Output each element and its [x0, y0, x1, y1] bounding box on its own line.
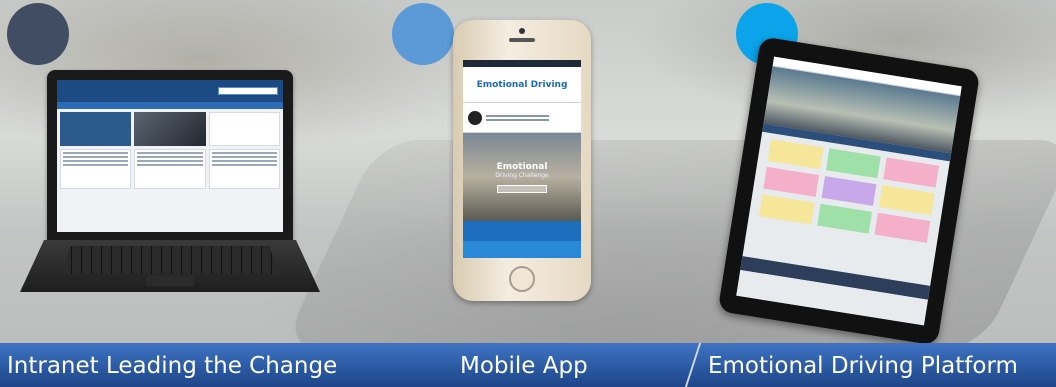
phone-camera: [519, 28, 525, 34]
sticky-note: [821, 176, 877, 206]
label-platform: Emotional Driving Platform: [708, 353, 1018, 379]
tablet-device: [717, 36, 981, 346]
app-hero-title: Emotional: [496, 161, 548, 172]
phone-status-bar: [463, 60, 581, 67]
app-bottom-nav: [463, 241, 581, 258]
app-header-title: Emotional Driving: [476, 79, 568, 90]
sticky-note: [874, 212, 931, 243]
avatar: [468, 110, 482, 125]
sticky-note: [825, 148, 882, 179]
intranet-search-field: [218, 87, 278, 95]
app-profile-row: [463, 103, 581, 133]
labels-divider: [684, 343, 702, 387]
sticky-note: [816, 203, 873, 234]
intranet-nav: [57, 102, 283, 109]
intranet-video: [134, 112, 206, 146]
indicator-dot-1: [7, 3, 69, 65]
app-hero-subtitle: Driving Challenge: [495, 171, 549, 179]
laptop-lid: [47, 70, 293, 242]
sticky-note: [883, 157, 940, 188]
app-action-bar: [463, 221, 581, 241]
intranet-article-block: [134, 149, 206, 189]
intranet-news-block: [60, 149, 132, 189]
laptop-screen-intranet: [57, 80, 283, 232]
laptop-device: [0, 70, 330, 305]
label-mobile-app: Mobile App: [460, 353, 588, 379]
sticky-note: [758, 194, 815, 225]
phone-device: Emotional Driving Emotional Driving Chal…: [453, 20, 591, 301]
app-hero: Emotional Driving Challenge: [463, 133, 581, 221]
intranet-banner: [60, 112, 132, 146]
intranet-promo-block: [208, 112, 280, 146]
intranet-side-block: [208, 149, 280, 189]
phone-home-button: [509, 266, 535, 292]
phone-speaker: [509, 38, 535, 42]
tablet-screen-platform: [736, 56, 962, 326]
label-intranet: Intranet Leading the Change: [7, 353, 338, 379]
sticky-note: [763, 166, 819, 197]
sticky-note: [767, 139, 824, 170]
app-header: Emotional Driving: [463, 67, 581, 103]
phone-screen-app: Emotional Driving Emotional Driving Chal…: [463, 60, 581, 258]
intranet-header: [57, 80, 283, 102]
indicator-dot-2: [392, 3, 454, 65]
sticky-note: [879, 185, 935, 216]
laptop-touchpad: [146, 276, 194, 286]
app-hero-button: [497, 184, 547, 193]
laptop-keyboard: [62, 246, 278, 274]
